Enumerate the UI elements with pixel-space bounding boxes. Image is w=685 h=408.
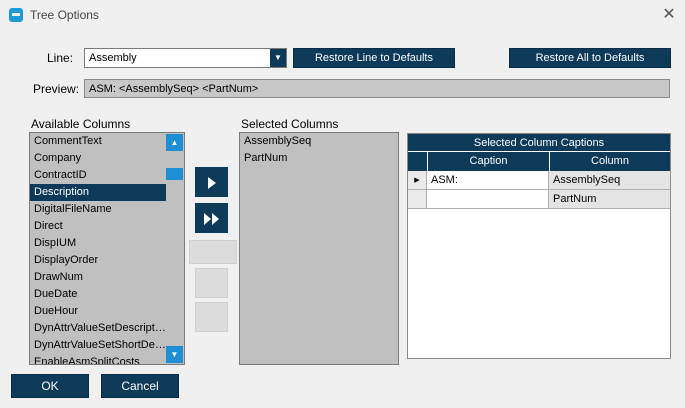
window-title: Tree Options [30, 8, 99, 22]
list-item[interactable]: PartNum [240, 150, 398, 167]
list-item[interactable]: CommentText [30, 133, 166, 150]
fast-forward-icon [203, 213, 219, 226]
ok-button[interactable]: OK [11, 374, 89, 398]
scroll-down-icon[interactable]: ▼ [166, 346, 183, 363]
list-item[interactable]: DueDate [30, 286, 166, 303]
available-columns-scrollbar[interactable]: ▲ ▼ [166, 134, 183, 363]
list-item[interactable]: DueHour [30, 303, 166, 320]
restore-line-defaults-button[interactable]: Restore Line to Defaults [293, 48, 455, 68]
row-pointer-icon[interactable]: ▶ [408, 171, 427, 190]
selected-columns-list[interactable]: AssemblySeq PartNum [239, 132, 399, 365]
blank-button[interactable] [195, 268, 228, 298]
dialog-body: Line: Assembly ▼ Restore Line to Default… [0, 30, 685, 408]
list-item[interactable]: EnableAsmSplitCosts [30, 354, 166, 364]
preview-field: ASM: <AssemblySeq> <PartNum> [84, 79, 670, 98]
list-item[interactable]: AssemblySeq [240, 133, 398, 150]
list-item[interactable]: DispIUM [30, 235, 166, 252]
cancel-button[interactable]: Cancel [101, 374, 179, 398]
blank-button[interactable] [189, 240, 237, 264]
list-item[interactable]: DigitalFileName [30, 201, 166, 218]
close-icon[interactable]: ✕ [659, 5, 679, 25]
column-cell: AssemblySeq [549, 171, 670, 190]
restore-all-defaults-button[interactable]: Restore All to Defaults [509, 48, 671, 68]
line-dropdown-value: Assembly [89, 52, 137, 64]
column-header[interactable]: Column [549, 152, 670, 171]
line-dropdown[interactable]: Assembly ▼ [84, 48, 287, 68]
list-item[interactable]: Direct [30, 218, 166, 235]
list-item[interactable]: DynAttrValueSetDescription [30, 320, 166, 337]
grid-title: Selected Column Captions [408, 134, 670, 152]
title-bar: Tree Options ✕ [0, 0, 685, 30]
app-icon [9, 8, 23, 22]
list-item-selected[interactable]: Description [30, 184, 166, 201]
column-cell: PartNum [549, 190, 670, 209]
available-columns-list[interactable]: CommentText Company ContractID Descripti… [29, 132, 185, 365]
grid-header: Caption Column [408, 152, 670, 171]
row-selector[interactable] [408, 190, 427, 209]
blank-button[interactable] [195, 302, 228, 332]
caption-header[interactable]: Caption [427, 152, 549, 171]
available-columns-label: Available Columns [31, 117, 131, 131]
list-item[interactable]: DynAttrValueSetShortDescription [30, 337, 166, 354]
move-all-button[interactable] [195, 203, 228, 233]
list-item[interactable]: ContractID [30, 167, 166, 184]
scroll-up-icon[interactable]: ▲ [166, 134, 183, 151]
preview-value: ASM: <AssemblySeq> <PartNum> [89, 83, 259, 95]
line-label: Line: [47, 51, 74, 65]
list-item[interactable]: DrawNum [30, 269, 166, 286]
selected-columns-label: Selected Columns [241, 117, 339, 131]
selected-column-captions-grid: Selected Column Captions Caption Column … [407, 133, 671, 359]
caption-cell[interactable]: ASM: [427, 171, 549, 190]
dropdown-arrow-icon[interactable]: ▼ [270, 49, 286, 67]
list-item[interactable]: Company [30, 150, 166, 167]
list-item[interactable]: DisplayOrder [30, 252, 166, 269]
caption-cell[interactable] [427, 190, 549, 209]
move-one-button[interactable] [195, 167, 228, 197]
scroll-thumb[interactable] [166, 168, 183, 180]
preview-label: Preview: [33, 82, 80, 96]
table-row[interactable]: PartNum [408, 190, 670, 209]
table-row[interactable]: ▶ ASM: AssemblySeq [408, 171, 670, 190]
play-icon [207, 177, 216, 190]
